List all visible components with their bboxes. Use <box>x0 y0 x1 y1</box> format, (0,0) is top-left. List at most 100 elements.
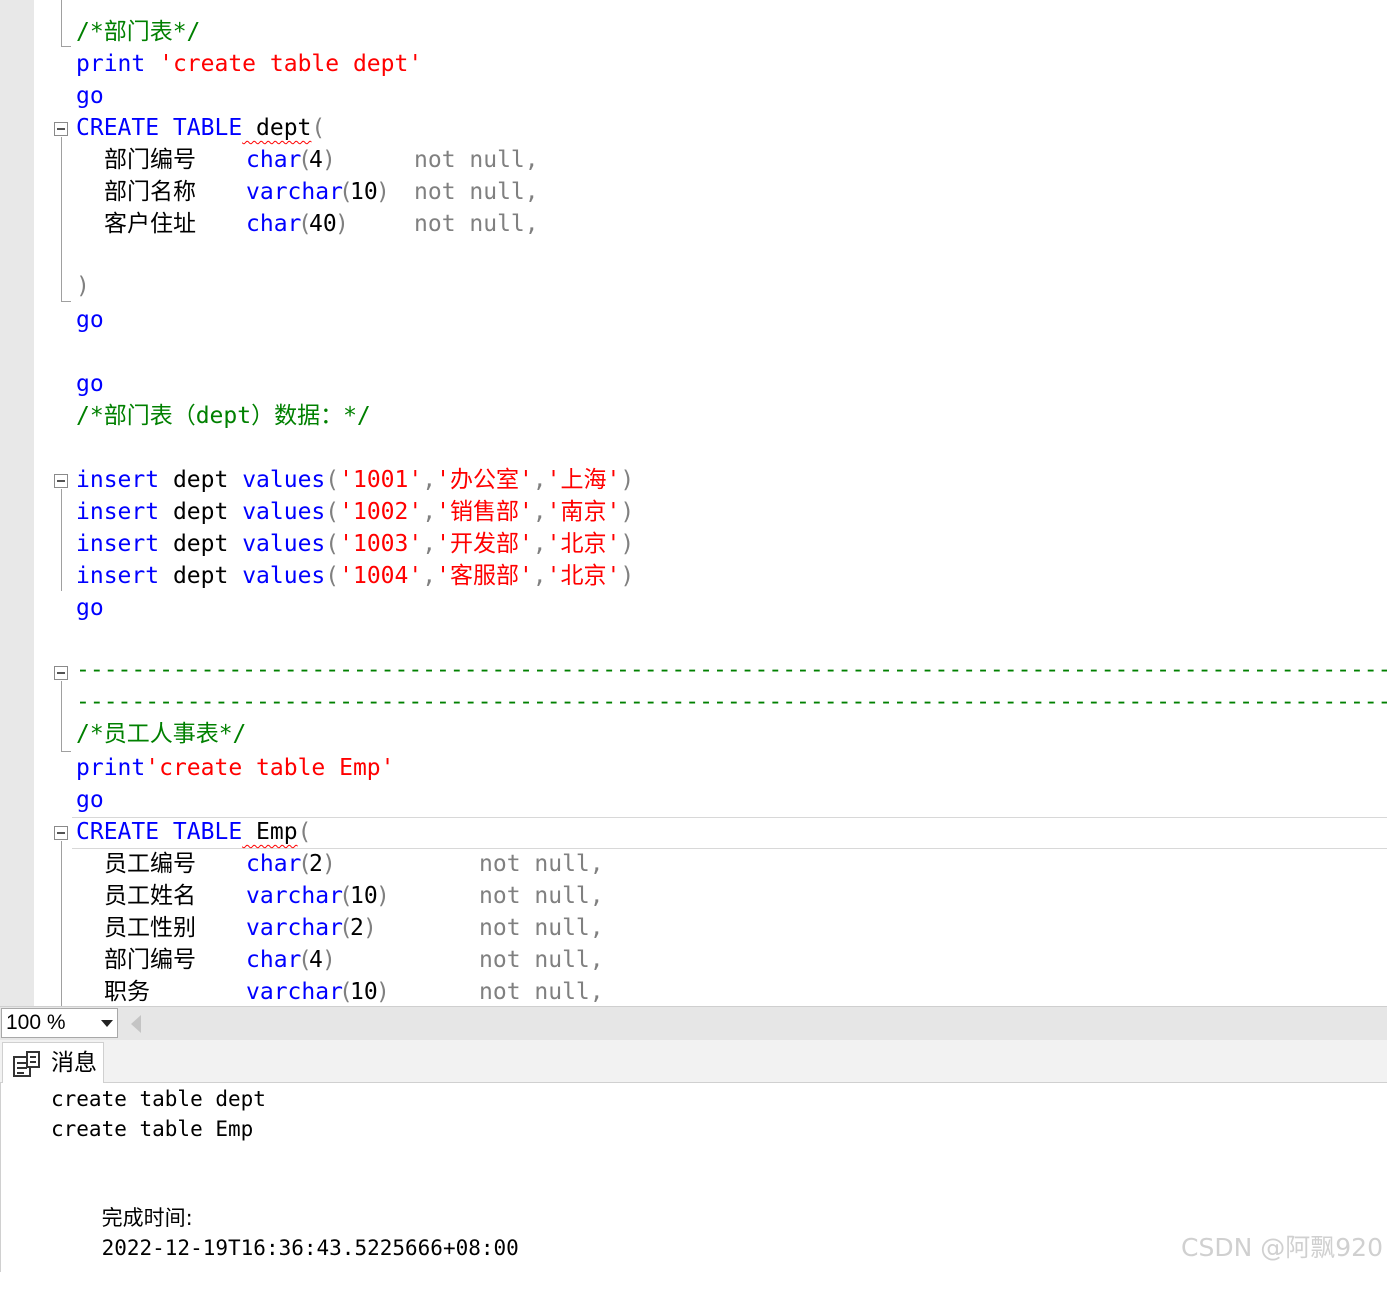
code-line[interactable]: go <box>76 784 104 816</box>
code-token: CREATE TABLE <box>76 819 243 845</box>
code-token: , <box>422 467 437 493</box>
code-token: , <box>422 531 437 557</box>
code-token: /*部门表（dept）数据：*/ <box>76 403 371 429</box>
sql-editor[interactable]: /*部门表*/ print 'create table dept' go CREATE… <box>0 0 1387 1006</box>
code-token: '1002' <box>339 499 423 525</box>
code-token: Emp <box>242 819 298 845</box>
results-tab-strip: 消息 <box>0 1040 1387 1083</box>
code-token: 10 <box>350 883 378 909</box>
code-line[interactable]: go <box>76 592 104 624</box>
code-token: ( <box>325 531 340 557</box>
code-token: ) <box>376 883 390 909</box>
code-token: insert <box>76 499 160 525</box>
code-token: insert <box>76 531 160 557</box>
code-token: not null, <box>479 979 604 1005</box>
code-line[interactable]: /*部门表*/ <box>76 16 200 48</box>
code-token: ) <box>363 915 377 941</box>
code-line[interactable]: CREATE TABLE Emp( <box>76 816 311 848</box>
completion-time-row: 完成时间: 2022-12-19T16:36:43.5225666+08:00 <box>51 1173 519 1293</box>
code-token: ( <box>325 563 340 589</box>
code-token: varchar <box>246 883 343 909</box>
code-token: ) <box>322 147 336 173</box>
code-token: 4 <box>309 147 323 173</box>
code-token: go <box>76 371 104 397</box>
code-line[interactable]: insert dept values('1001','办公室','上海') <box>76 464 634 496</box>
code-token: char <box>246 947 302 973</box>
code-token: ) <box>322 947 336 973</box>
messages-icon <box>13 1051 40 1077</box>
code-line[interactable]: go <box>76 304 104 336</box>
code-token: '客服部' <box>436 563 533 589</box>
code-token: ) <box>620 563 635 589</box>
code-token: char <box>246 147 302 173</box>
code-token: 10 <box>350 979 378 1005</box>
code-token: ) <box>620 467 635 493</box>
code-token: /*部门表*/ <box>76 19 201 45</box>
tab-messages[interactable]: 消息 <box>2 1042 104 1083</box>
code-token: '1003' <box>339 531 423 557</box>
code-token: ) <box>376 179 390 205</box>
code-line[interactable]: go <box>76 80 104 112</box>
code-token: '办公室' <box>436 467 533 493</box>
code-token: ----------------------------------------… <box>76 689 1387 715</box>
code-line[interactable]: print 'create table dept' <box>76 48 422 80</box>
code-token: 员工性别 <box>104 915 196 941</box>
code-token: go <box>76 595 104 621</box>
code-token: varchar <box>246 179 343 205</box>
code-token: 客户住址 <box>104 211 196 237</box>
code-token: char <box>246 211 302 237</box>
code-line[interactable]: ) <box>76 270 90 302</box>
code-token: 部门名称 <box>104 179 196 205</box>
code-line[interactable]: ----------------------------------------… <box>76 686 1387 718</box>
code-token: , <box>532 563 547 589</box>
code-token: , <box>532 467 547 493</box>
code-token: , <box>532 499 547 525</box>
code-token: values <box>242 467 326 493</box>
code-line[interactable]: /*部门表（dept）数据：*/ <box>76 400 371 432</box>
code-token: ----------------------------------------… <box>76 657 1387 683</box>
code-token: not null, <box>479 915 604 941</box>
code-token: 10 <box>350 179 378 205</box>
code-token: values <box>242 531 326 557</box>
code-token: insert <box>76 467 160 493</box>
code-token: ( <box>325 467 340 493</box>
code-token: not null, <box>414 179 539 205</box>
messages-pane[interactable]: create table dept create table Emp 完成时间:… <box>0 1083 1387 1272</box>
code-line[interactable]: go <box>76 368 104 400</box>
code-token: go <box>76 83 104 109</box>
code-token: ) <box>76 273 90 299</box>
code-token: not null, <box>479 851 604 877</box>
chevron-down-icon[interactable] <box>101 1020 113 1027</box>
code-line[interactable]: CREATE TABLE dept( <box>76 112 325 144</box>
code-token: varchar <box>246 979 343 1005</box>
code-token: 'create table dept' <box>145 51 423 77</box>
code-line[interactable]: /*员工人事表*/ <box>76 718 246 750</box>
code-line[interactable]: print'create table Emp' <box>76 752 395 784</box>
code-token: ( <box>297 819 312 845</box>
code-token: values <box>242 563 326 589</box>
code-token: '销售部' <box>436 499 533 525</box>
code-token: 部门编号 <box>104 947 196 973</box>
code-token: dept <box>242 115 312 141</box>
scroll-left-arrow-icon[interactable] <box>131 1015 141 1033</box>
code-token: print <box>76 51 146 77</box>
code-token: 4 <box>309 947 323 973</box>
code-token: '上海' <box>546 467 621 493</box>
code-token: '南京' <box>546 499 621 525</box>
code-token: 职务 <box>104 979 150 1005</box>
code-token: CREATE TABLE <box>76 115 243 141</box>
code-token: '北京' <box>546 563 621 589</box>
code-token: not null, <box>479 883 604 909</box>
message-line: create table Emp <box>51 1117 254 1141</box>
zoom-dropdown[interactable]: 100 % <box>1 1008 118 1038</box>
zoom-bar: 100 % <box>0 1006 1387 1040</box>
code-token: ) <box>335 211 349 237</box>
code-token: dept <box>159 499 243 525</box>
code-line[interactable]: ----------------------------------------… <box>76 654 1387 686</box>
code-line[interactable]: insert dept values('1003','开发部','北京') <box>76 528 634 560</box>
code-token: 2 <box>309 851 323 877</box>
code-token: , <box>532 531 547 557</box>
code-token: values <box>242 499 326 525</box>
code-line[interactable]: insert dept values('1002','销售部','南京') <box>76 496 634 528</box>
code-line[interactable]: insert dept values('1004','客服部','北京') <box>76 560 634 592</box>
